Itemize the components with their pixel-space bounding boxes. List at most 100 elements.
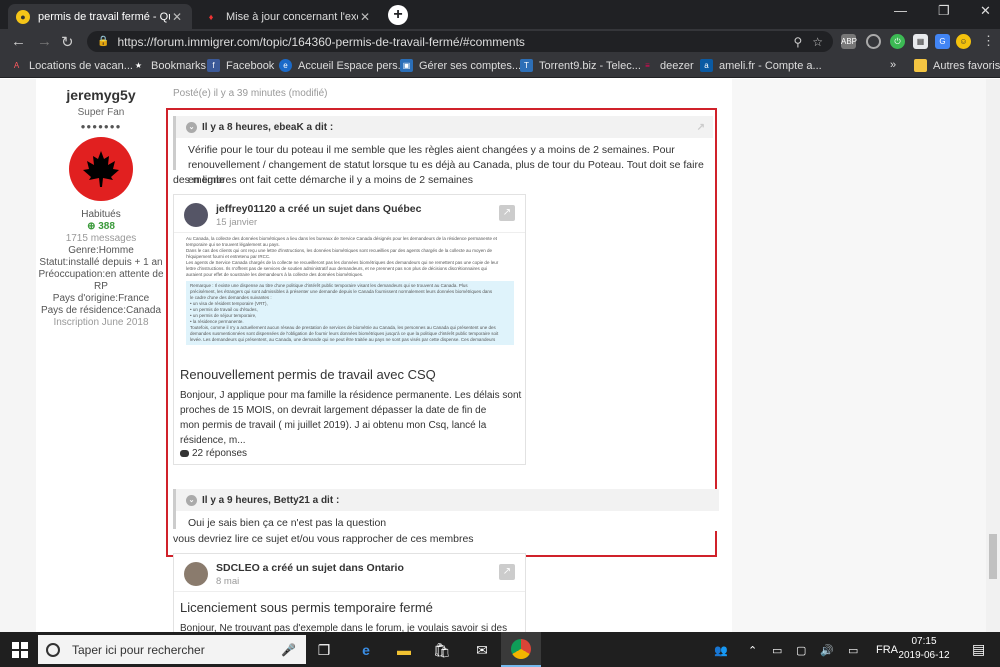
bookmark-star-icon[interactable]: ☆	[812, 35, 823, 49]
bookmark-item[interactable]: a ameli.fr - Compte a...	[700, 59, 822, 72]
avatar[interactable]	[69, 137, 133, 201]
card-excerpt: Bonjour, Ne trouvant pas d'exemple dans …	[180, 623, 508, 632]
menu-dots-icon[interactable]: ⋮	[982, 33, 995, 49]
bookmark-item[interactable]: ≡ deezer	[641, 59, 693, 72]
author-group: Habitués	[81, 209, 121, 220]
right-margin	[732, 79, 986, 632]
topic-embed-card[interactable]: SDCLEO a créé un sujet dans Ontario 8 ma…	[173, 553, 526, 632]
chrome-taskbar-button[interactable]	[501, 632, 541, 667]
author-name[interactable]: jeremyg5y	[36, 87, 166, 103]
network-icon[interactable]: ▭	[772, 644, 782, 657]
taskbar-search[interactable]: Taper ici pour rechercher 🎤	[38, 635, 306, 664]
back-icon[interactable]: ←	[11, 33, 26, 50]
microphone-icon[interactable]: 🎤	[281, 643, 296, 657]
other-bookmarks-folder[interactable]: Autres favoris	[914, 59, 1000, 72]
close-tab-icon[interactable]: ✕	[170, 10, 184, 24]
bookmark-item[interactable]: ▣ Gérer ses comptes...	[400, 59, 521, 72]
external-link-icon[interactable]: ↗	[499, 205, 515, 221]
minimize-icon[interactable]: —	[894, 3, 907, 18]
torrent-icon: T	[520, 59, 533, 72]
scrollbar-thumb[interactable]	[989, 534, 997, 579]
people-icon[interactable]: 👥	[714, 644, 728, 657]
quote-block: ⌄ Il y a 9 heures, Betty21 a dit : Oui j…	[173, 489, 719, 531]
card-date: 15 janvier	[216, 217, 258, 228]
edge-icon[interactable]: e	[356, 640, 376, 660]
chrome-icon	[511, 639, 531, 659]
avatar[interactable]	[184, 203, 208, 227]
facebook-icon: f	[207, 59, 220, 72]
post-text: des membres ont fait cette démarche il y…	[173, 174, 473, 186]
circle-extension-icon[interactable]	[866, 34, 881, 49]
file-explorer-icon[interactable]: ▬	[394, 640, 414, 660]
share-arrow-icon[interactable]: ↗	[697, 122, 705, 133]
tab-permis-de-travail[interactable]: ● permis de travail fermé - Québec ✕	[8, 4, 192, 29]
mail-icon[interactable]: ✉	[472, 640, 492, 660]
volume-icon[interactable]: 🔊	[820, 644, 834, 657]
store-icon[interactable]: 🛍	[432, 640, 452, 660]
taskbar-clock[interactable]: 07:15 2019-06-12	[894, 635, 954, 663]
tab-mise-a-jour[interactable]: ♦ Mise à jour concernant l'exécution ✕	[196, 4, 380, 29]
bookmarks-bar: A Locations de vacan... ★ Bookmarks f Faceb…	[0, 54, 1000, 78]
tab-strip: ● permis de travail fermé - Québec ✕ ♦ M…	[0, 0, 1000, 29]
grid-extension-icon[interactable]: ▦	[913, 34, 928, 49]
author-panel: jeremyg5y Super Fan ●●●●●●● Habitués ⊕ 3…	[36, 79, 166, 329]
message-count: 1715 messages	[65, 233, 137, 244]
monitor-icon[interactable]: ▢	[796, 644, 806, 657]
external-link-icon[interactable]: ↗	[499, 564, 515, 580]
folder-icon	[914, 59, 927, 72]
embedded-image: Au Canada, la collecte des données biomé…	[180, 234, 520, 359]
restore-icon[interactable]: ❐	[938, 3, 950, 19]
author-inscription: Inscription June 2018	[53, 317, 149, 328]
lock-icon: 🔒	[97, 36, 110, 47]
card-author-line[interactable]: jeffrey01120 a créé un sujet dans Québec	[216, 203, 421, 215]
action-center-icon[interactable]: ▤	[972, 641, 985, 658]
green-extension-icon[interactable]: ⏻	[890, 34, 905, 49]
left-margin	[0, 79, 36, 632]
bookmark-item[interactable]: A Locations de vacan...	[10, 59, 133, 72]
chevron-down-icon[interactable]: ⌄	[186, 494, 197, 506]
close-tab-icon[interactable]: ✕	[358, 10, 372, 24]
bookmark-item[interactable]: ★ Bookmarks	[132, 59, 206, 72]
translate-extension-icon[interactable]: G	[935, 34, 950, 49]
doc-note: Remarque : Il existe une dispense au tit…	[186, 281, 514, 345]
page-scrollbar[interactable]	[986, 79, 1000, 632]
rank-pips: ●●●●●●●	[80, 122, 122, 131]
author-rank: Super Fan	[77, 107, 125, 118]
close-window-icon[interactable]: ✕	[980, 3, 991, 19]
author-pays-residence: Pays de résidence:Canada	[40, 305, 162, 316]
card-author-line[interactable]: SDCLEO a créé un sujet dans Ontario	[216, 562, 404, 574]
start-button[interactable]	[12, 642, 28, 658]
reputation-badge: ⊕ 388	[87, 221, 115, 232]
address-bar[interactable]: 🔒 https://forum.immigrer.com/topic/16436…	[87, 31, 833, 52]
card-title[interactable]: Renouvellement permis de travail avec CS…	[180, 367, 436, 382]
card-excerpt: Bonjour, J applique pour ma famille la r…	[180, 390, 522, 446]
deezer-icon: ≡	[645, 61, 650, 70]
chevron-down-icon[interactable]: ⌄	[186, 121, 197, 133]
post-date[interactable]: Posté(e) il y a 39 minutes (modifié)	[173, 88, 328, 99]
quote-block: ⌄ Il y a 8 heures, ebeaK a dit : ↗ Vérif…	[173, 116, 713, 188]
card-header: jeffrey01120 a créé un sujet dans Québec…	[174, 195, 525, 233]
windows-taskbar: Taper ici pour rechercher 🎤 ❐ e ▬ 🛍 ✉ 👥 …	[0, 632, 1000, 667]
reload-icon[interactable]: ↻	[61, 33, 74, 51]
card-title[interactable]: Licenciement sous permis temporaire ferm…	[180, 600, 433, 615]
bookmark-item[interactable]: f Facebook	[207, 59, 274, 72]
forward-icon[interactable]: →	[37, 33, 52, 50]
new-tab-button[interactable]: +	[388, 5, 408, 25]
task-view-icon[interactable]: ❐	[314, 640, 334, 660]
reply-count[interactable]: 22 réponses	[180, 448, 247, 459]
profile-avatar-icon[interactable]: ☺	[956, 34, 971, 49]
bookmark-item[interactable]: e Accueil Espace pers...	[279, 59, 407, 72]
zoom-icon[interactable]: ⚲	[793, 35, 802, 49]
avatar[interactable]	[184, 562, 208, 586]
bookmarks-overflow-button[interactable]: »	[890, 59, 896, 71]
post-text: vous devriez lire ce sujet et/ou vous ra…	[173, 533, 474, 545]
notification-icon[interactable]: ▭	[848, 644, 858, 657]
bank-icon: ▣	[400, 59, 413, 72]
browser-toolbar: ← → ↻ 🔒 https://forum.immigrer.com/topic…	[0, 29, 1000, 54]
search-placeholder: Taper ici pour rechercher	[72, 642, 205, 657]
topic-embed-card[interactable]: jeffrey01120 a créé un sujet dans Québec…	[173, 194, 526, 465]
chevron-up-icon[interactable]: ⌃	[748, 644, 757, 657]
abp-extension-icon[interactable]: ABP	[841, 34, 857, 49]
bookmark-item[interactable]: T Torrent9.biz - Telec...	[520, 59, 641, 72]
quote-header: ⌄ Il y a 9 heures, Betty21 a dit :	[176, 489, 719, 511]
